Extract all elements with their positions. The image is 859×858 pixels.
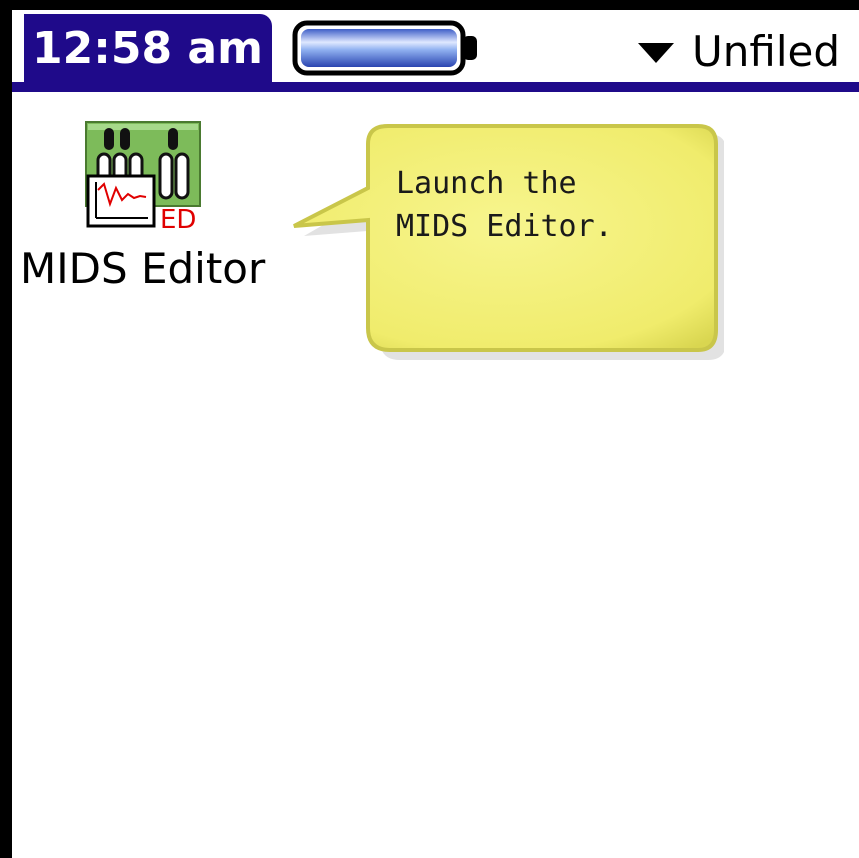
callout-line-1: Launch the	[396, 166, 577, 201]
category-label: Unfiled	[692, 26, 840, 76]
callout-line-2: MIDS Editor.	[396, 209, 613, 244]
callout-text: Launch the MIDS Editor.	[396, 162, 686, 248]
dropdown-triangle-icon	[638, 43, 674, 63]
battery-icon	[292, 20, 477, 76]
clock-tab[interactable]: 12:58 am	[24, 14, 272, 84]
mids-editor-app-icon[interactable]: ED	[84, 120, 204, 232]
clock-time: 12:58 am	[32, 23, 263, 74]
palm-screen: 12:58 am Unfiled ED MIDS Editor Launch t…	[0, 0, 859, 858]
battery-fill	[301, 29, 457, 67]
category-picker[interactable]: Unfiled	[638, 24, 840, 78]
title-bar: 12:58 am Unfiled	[12, 10, 859, 92]
app-label[interactable]: MIDS Editor	[20, 244, 265, 293]
app-badge: ED	[160, 205, 196, 232]
app-launcher-item[interactable]: ED MIDS Editor	[12, 120, 292, 300]
